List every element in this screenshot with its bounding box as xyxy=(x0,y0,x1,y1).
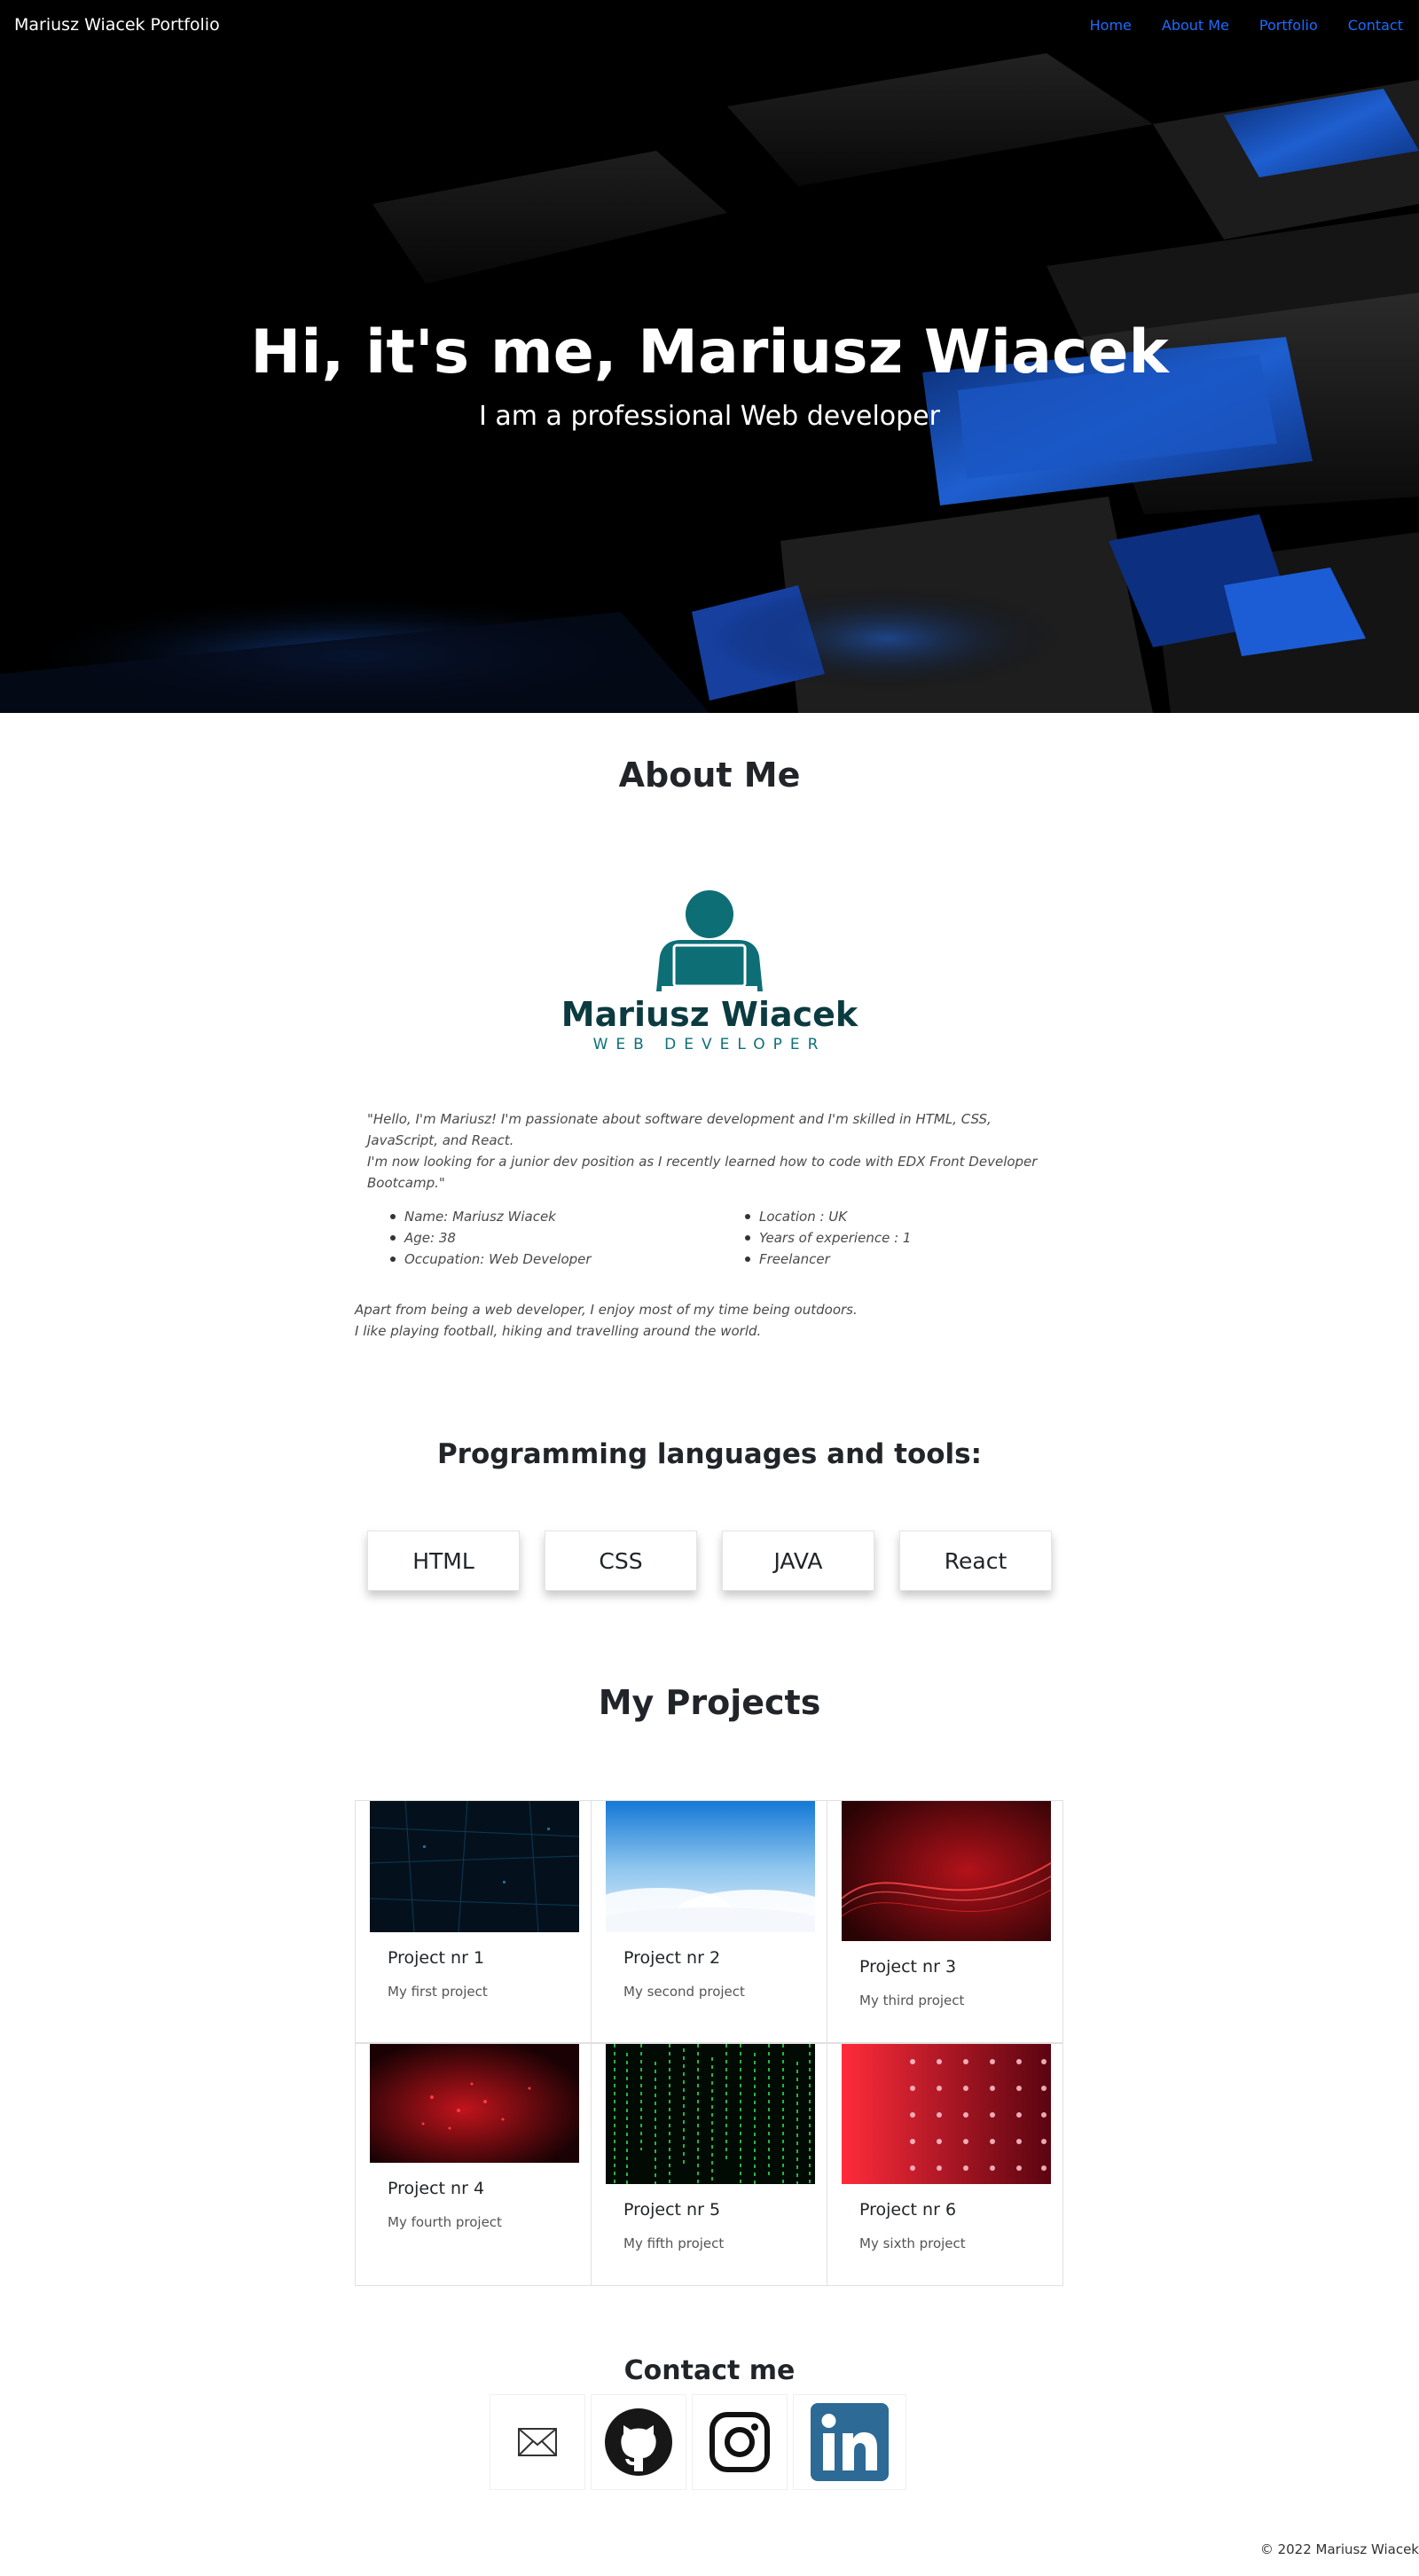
project-text: My fifth project xyxy=(623,2235,725,2251)
github-link[interactable] xyxy=(591,2394,686,2490)
list-item: Freelancer xyxy=(722,1249,911,1270)
project-title: Project nr 4 xyxy=(388,2179,485,2198)
developer-logo: Mariusz Wiacek WEB DEVELOPER xyxy=(550,878,869,1064)
project-thumbnail xyxy=(606,1801,815,1932)
skill-card: CSS xyxy=(545,1531,697,1591)
list-item: Name: Mariusz Wiacek xyxy=(367,1206,592,1227)
project-card[interactable]: Project nr 2 My second project xyxy=(591,1800,827,2043)
project-thumbnail xyxy=(842,2044,1051,2184)
hero-section: Hi, it's me, Mariusz Wiacek I am a profe… xyxy=(0,0,1419,713)
about-intro-line-2: I'm now looking for a junior dev positio… xyxy=(367,1154,1038,1191)
instagram-icon xyxy=(710,2412,770,2472)
project-card[interactable]: Project nr 1 My first project xyxy=(355,1800,592,2043)
project-text: My second project xyxy=(623,1984,745,2000)
about-extra-line-2: I like playing football, hiking and trav… xyxy=(355,1323,762,1339)
project-thumbnail xyxy=(370,1801,579,1932)
project-thumbnail xyxy=(370,2044,579,2163)
project-title: Project nr 6 xyxy=(859,2200,957,2220)
nav-links: Home About Me Portfolio Contact xyxy=(1090,17,1403,34)
logo-subtitle: WEB DEVELOPER xyxy=(592,1036,827,1053)
contact-links xyxy=(490,2394,906,2490)
project-title: Project nr 1 xyxy=(388,1948,485,1968)
list-item: Years of experience : 1 xyxy=(722,1227,911,1249)
email-link[interactable] xyxy=(490,2394,585,2490)
contact-title: Contact me xyxy=(623,2355,796,2386)
hero-subtitle: I am a professional Web developer xyxy=(479,401,940,432)
project-card[interactable]: Project nr 6 My sixth project xyxy=(827,2043,1063,2286)
logo-name: Mariusz Wiacek xyxy=(561,995,858,1034)
about-title: About Me xyxy=(618,756,801,795)
instagram-link[interactable] xyxy=(692,2394,788,2490)
navbar-brand[interactable]: Mariusz Wiacek Portfolio xyxy=(14,15,220,35)
skill-card: HTML xyxy=(367,1531,520,1591)
skill-card: JAVA xyxy=(722,1531,874,1591)
about-details-right: Location : UK Years of experience : 1 Fr… xyxy=(722,1206,911,1270)
about-intro-line-1: "Hello, I'm Mariusz! I'm passionate abou… xyxy=(367,1111,992,1148)
project-card[interactable]: Project nr 5 My fifth project xyxy=(591,2043,827,2286)
project-card[interactable]: Project nr 3 My third project xyxy=(827,1800,1063,2043)
about-details-left: Name: Mariusz Wiacek Age: 38 Occupation:… xyxy=(367,1206,592,1270)
nav-link-portfolio[interactable]: Portfolio xyxy=(1259,17,1318,34)
project-text: My fourth project xyxy=(388,2214,502,2230)
nav-link-about[interactable]: About Me xyxy=(1162,17,1229,34)
project-title: Project nr 2 xyxy=(623,1948,721,1968)
list-item: Occupation: Web Developer xyxy=(367,1249,592,1270)
footer-copyright: © 2022 Mariusz Wiacek xyxy=(1259,2541,1419,2557)
project-thumbnail xyxy=(842,1801,1051,1941)
skill-card: React xyxy=(899,1531,1052,1591)
project-text: My third project xyxy=(859,1993,965,2008)
list-item: Age: 38 xyxy=(367,1227,592,1249)
project-thumbnail xyxy=(606,2044,815,2184)
project-text: My sixth project xyxy=(859,2235,966,2251)
project-title: Project nr 5 xyxy=(623,2200,721,2220)
project-text: My first project xyxy=(388,1984,488,2000)
skills-list: HTML CSS JAVA React xyxy=(367,1531,1052,1591)
navbar: Mariusz Wiacek Portfolio Home About Me P… xyxy=(0,0,1419,50)
github-icon xyxy=(605,2408,672,2476)
project-title: Project nr 3 xyxy=(859,1957,957,1977)
projects-grid: Project nr 1 My first project Project nr… xyxy=(355,1800,1064,2286)
linkedin-link[interactable] xyxy=(793,2394,906,2490)
list-item: Location : UK xyxy=(722,1206,911,1227)
about-intro: "Hello, I'm Mariusz! I'm passionate abou… xyxy=(367,1108,1041,1194)
nav-link-contact[interactable]: Contact xyxy=(1348,17,1403,34)
hero-title: Hi, it's me, Mariusz Wiacek xyxy=(250,317,1169,388)
email-icon xyxy=(518,2428,557,2456)
project-card[interactable]: Project nr 4 My fourth project xyxy=(355,2043,592,2286)
about-extra-line-1: Apart from being a web developer, I enjo… xyxy=(355,1302,858,1318)
linkedin-icon xyxy=(811,2403,889,2481)
about-extra: Apart from being a web developer, I enjo… xyxy=(355,1299,1064,1342)
skills-title: Programming languages and tools: xyxy=(436,1438,983,1470)
projects-title: My Projects xyxy=(598,1683,821,1722)
developer-avatar-icon xyxy=(656,890,763,991)
nav-link-home[interactable]: Home xyxy=(1090,17,1132,34)
